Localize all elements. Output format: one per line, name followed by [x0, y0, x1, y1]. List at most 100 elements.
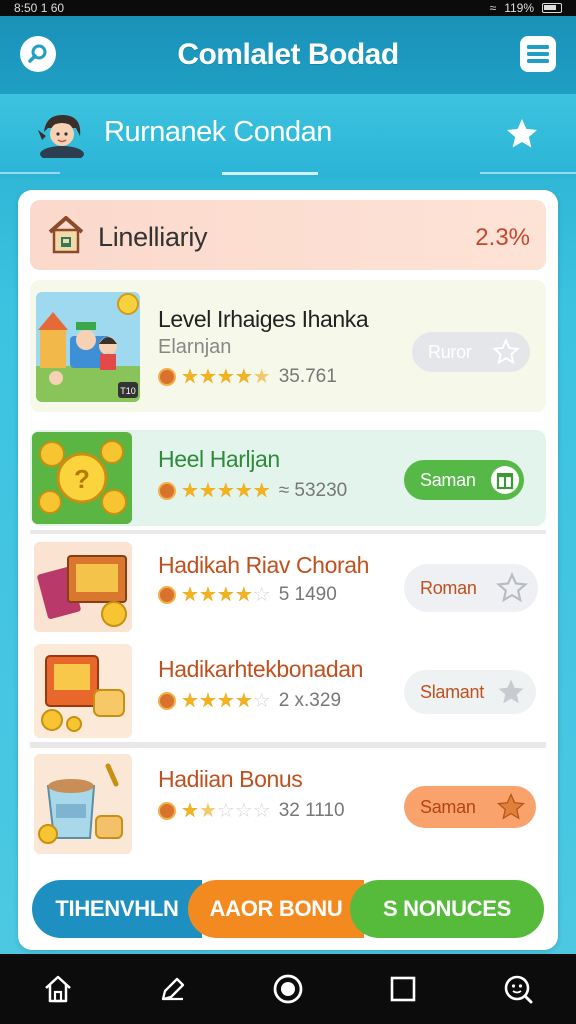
- item-action-label: Saman: [420, 469, 476, 490]
- screen: 8:50 1 60 ≈ 119% Comlalet Bodad Rurnanek…: [0, 0, 576, 1024]
- square-icon: [390, 976, 416, 1002]
- segment-bar: TIHENVHLN AAOR BONU S NONUCES: [32, 880, 544, 938]
- rating-star-icon: ★: [216, 583, 235, 606]
- nav-edit-button[interactable]: [153, 969, 193, 1009]
- rating-star-icon: ★: [198, 479, 217, 502]
- list-item[interactable]: Hadiian Bonus ★★☆☆☆ 32 1110 Saman: [30, 750, 546, 860]
- item-name: Heel Harljan: [158, 446, 280, 472]
- star-outline-icon: [492, 338, 520, 365]
- coin-icon: [158, 482, 176, 500]
- coin-icon: [158, 802, 176, 820]
- item-thumb-badge: T10: [120, 386, 136, 396]
- summary-label: Linelliariy: [98, 222, 208, 252]
- rating-star-icon: ★: [181, 799, 199, 822]
- rating-star-icon: ★: [216, 365, 235, 388]
- star-icon: [496, 792, 526, 820]
- coin-icon: [158, 368, 176, 386]
- item-thumbnail: [34, 644, 132, 738]
- star-icon[interactable]: [504, 116, 540, 152]
- list-item[interactable]: ? Heel Harljan ★★★★★ ≈ 53230 Saman: [30, 430, 546, 526]
- divider: [30, 742, 546, 748]
- item-rating: ★★★★☆ 5 1490: [158, 584, 337, 606]
- item-action-button[interactable]: Saman: [404, 786, 536, 828]
- rating-star-icon: ★: [234, 365, 253, 388]
- rating-star-icon: ☆: [252, 799, 271, 822]
- svg-text:?: ?: [74, 464, 90, 494]
- rating-star-icon: ☆: [216, 799, 235, 822]
- rating-star-icon: ★: [181, 365, 199, 388]
- nav-home-button[interactable]: [38, 969, 78, 1009]
- segment-tab[interactable]: TIHENVHLN: [32, 880, 202, 938]
- status-bar: 8:50 1 60 ≈ 119%: [0, 0, 576, 16]
- item-name: Level Irhaiges Ihanka: [158, 306, 369, 332]
- rating-value: ≈ 53230: [278, 480, 348, 501]
- nav-center-button[interactable]: [268, 969, 308, 1009]
- list-item[interactable]: Hadikarhtekbonadan ★★★★☆ 2 x.329 Slamant: [30, 642, 546, 742]
- tab-divider: [480, 172, 576, 174]
- rating-star-icon: ★: [198, 583, 217, 606]
- rating-star-icon: ★: [216, 479, 235, 502]
- item-action-label: Roman: [420, 577, 477, 598]
- tab-divider: [0, 172, 60, 174]
- summary-value: 2.3%: [475, 224, 530, 251]
- rating-star-icon: ★: [234, 583, 253, 606]
- rating-star-icon: ★: [252, 365, 271, 388]
- app-title: Comlalet Bodad: [177, 38, 399, 71]
- item-rating: ★★★★★ ≈ 53230: [158, 480, 347, 502]
- rating-star-icon: ★: [198, 689, 217, 712]
- battery-icon: [542, 3, 562, 13]
- sub-header-title: Rurnanek Condan: [104, 116, 332, 148]
- summary-row[interactable]: Linelliariy 2.3%: [30, 200, 546, 270]
- menu-button[interactable]: [520, 36, 556, 72]
- rating-star-icon: ★: [234, 689, 253, 712]
- item-action-button[interactable]: Slamant: [404, 670, 536, 714]
- main-card: Linelliariy 2.3% T10 Level Irhaiges Ihan…: [18, 190, 558, 950]
- rating-star-icon: ★: [252, 479, 271, 502]
- rating-star-icon: ☆: [252, 583, 271, 606]
- rating-star-icon: ★: [198, 365, 217, 388]
- rating-star-icon: ★: [216, 689, 235, 712]
- nav-search-button[interactable]: [498, 969, 538, 1009]
- item-action-button[interactable]: Saman: [404, 460, 524, 500]
- menu-icon: [527, 45, 549, 63]
- wifi-icon: ≈: [489, 1, 497, 15]
- rating-star-icon: ★: [181, 479, 199, 502]
- item-action-button[interactable]: Ruror: [412, 332, 530, 372]
- segment-tab[interactable]: S NONUCES: [350, 880, 544, 938]
- search-button[interactable]: [20, 36, 56, 72]
- item-thumbnail: ?: [32, 432, 132, 524]
- avatar[interactable]: [34, 110, 90, 158]
- house-icon: [48, 216, 84, 254]
- gift-icon: [491, 466, 519, 494]
- rating-star-icon: ★: [181, 689, 199, 712]
- status-time: 8:50 1 60: [14, 1, 65, 15]
- segment-label: S NONUCES: [382, 896, 512, 921]
- tab-indicator: [222, 172, 318, 175]
- item-action-button[interactable]: Roman: [404, 564, 538, 612]
- sub-header: Rurnanek Condan: [0, 94, 576, 178]
- star-outline-icon: [496, 572, 528, 603]
- item-action-label: Ruror: [428, 341, 472, 362]
- item-rating: ★★★★★ 35.761: [158, 366, 337, 388]
- search-face-icon: [505, 975, 533, 1004]
- item-subtitle: Elarnjan: [158, 336, 232, 358]
- item-name: Hadiian Bonus: [158, 766, 303, 792]
- search-icon: [28, 44, 47, 63]
- star-icon: [498, 679, 524, 704]
- segment-label: TIHENVHLN: [55, 896, 179, 921]
- item-thumbnail: [34, 542, 132, 632]
- list-item[interactable]: T10 Level Irhaiges Ihanka Elarnjan ★★★★★…: [30, 280, 546, 412]
- rating-value: 35.761: [278, 366, 337, 387]
- list-item[interactable]: Hadikah Riav Chorah ★★★★☆ 5 1490 Roman: [30, 538, 546, 634]
- segment-tab[interactable]: AAOR BONU: [188, 880, 364, 938]
- segment-label: AAOR BONU: [209, 896, 343, 921]
- rating-star-icon: ☆: [234, 799, 253, 822]
- item-rating: ★★★★☆ 2 x.329: [158, 690, 341, 712]
- coin-icon: [158, 586, 176, 604]
- nav-recents-button[interactable]: [383, 969, 423, 1009]
- item-thumbnail: [34, 754, 132, 854]
- rating-star-icon: ★: [181, 583, 199, 606]
- edit-icon: [161, 977, 184, 1001]
- app-bar: Comlalet Bodad: [0, 16, 576, 94]
- coin-icon: [158, 692, 176, 710]
